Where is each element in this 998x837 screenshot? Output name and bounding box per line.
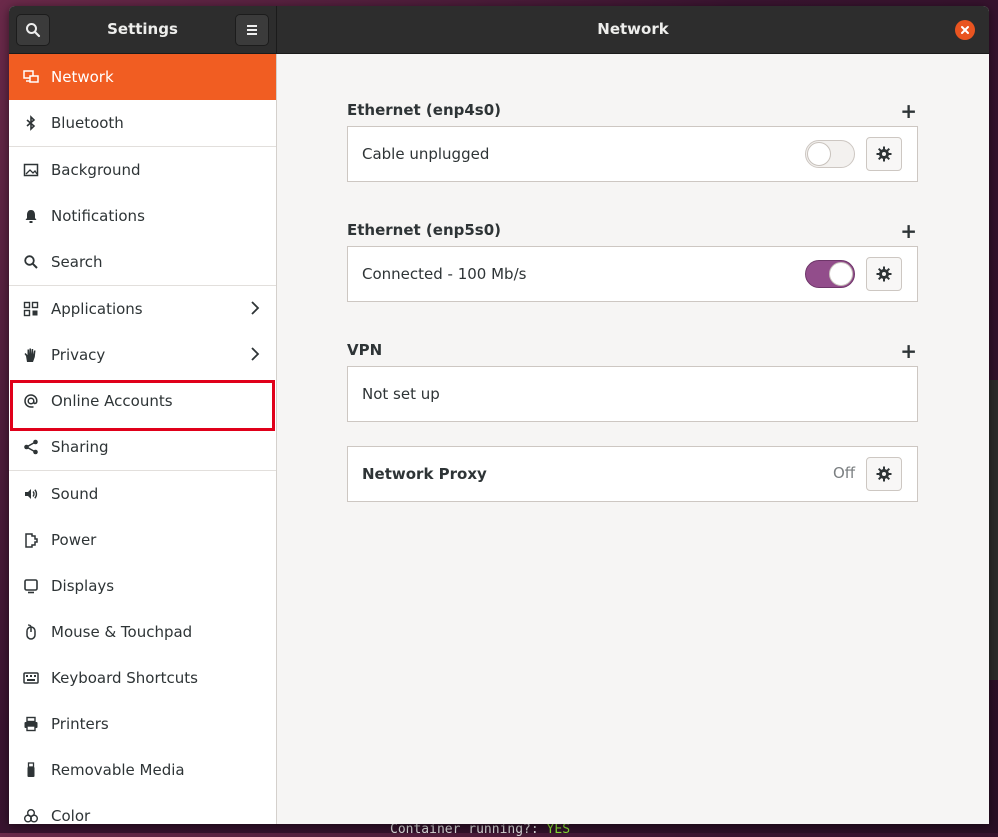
network-proxy-value: Off (833, 464, 856, 482)
usb-icon (23, 762, 39, 778)
section-title: Ethernet (enp5s0) (347, 221, 502, 239)
ethernet1-status: Cable unplugged (362, 145, 490, 163)
sidebar-item-label: Sharing (51, 438, 109, 456)
ethernet2-settings-button[interactable] (866, 257, 902, 291)
ethernet2-status: Connected - 100 Mb/s (362, 265, 527, 283)
add-ethernet1-button[interactable]: + (900, 99, 917, 123)
sidebar-header: Settings (9, 6, 277, 53)
sidebar-item-printers[interactable]: Printers (9, 701, 276, 747)
ethernet1-header: Ethernet (enp4s0) + (347, 99, 917, 123)
hand-icon (23, 347, 39, 363)
display-icon (23, 578, 39, 594)
close-button[interactable] (955, 20, 975, 40)
ethernet2-toggle[interactable] (805, 260, 855, 288)
sidebar-item-label: Bluetooth (51, 114, 124, 132)
sidebar-title: Settings (107, 20, 178, 38)
sidebar-item-online-accounts[interactable]: Online Accounts (9, 378, 276, 424)
sidebar-item-label: Displays (51, 577, 115, 595)
sidebar-item-keyboard-shortcuts[interactable]: Keyboard Shortcuts (9, 655, 276, 701)
grid-icon (23, 301, 39, 317)
share-icon (23, 439, 39, 455)
chevron-right-icon (251, 347, 260, 361)
network-icon (23, 69, 39, 85)
sidebar-item-displays[interactable]: Displays (9, 563, 276, 609)
sidebar-item-label: Mouse & Touchpad (51, 623, 193, 641)
sidebar-item-applications[interactable]: Applications (9, 286, 276, 332)
sidebar-item-label: Removable Media (51, 761, 185, 779)
gear-icon (876, 266, 892, 282)
toggle-knob (829, 262, 853, 286)
vpn-card: Not set up (347, 366, 918, 422)
ethernet2-card: Connected - 100 Mb/s (347, 246, 918, 302)
sidebar-item-search[interactable]: Search (9, 239, 276, 285)
section-title: VPN (347, 341, 383, 359)
sidebar-item-power[interactable]: Power (9, 517, 276, 563)
sidebar-item-removable-media[interactable]: Removable Media (9, 747, 276, 793)
sidebar-item-label: Printers (51, 715, 109, 733)
search-icon (23, 254, 39, 270)
panel-title: Network (597, 20, 669, 38)
search-icon (26, 23, 41, 38)
network-panel: Ethernet (enp4s0) + Cable unplugged Ethe… (277, 54, 989, 824)
network-proxy-label: Network Proxy (362, 465, 487, 483)
terminal-label: Container running?: (390, 822, 547, 837)
sidebar-item-label: Power (51, 531, 97, 549)
sidebar-item-notifications[interactable]: Notifications (9, 193, 276, 239)
section-title: Ethernet (enp4s0) (347, 101, 502, 119)
gear-icon (876, 146, 892, 162)
network-proxy-settings-button[interactable] (866, 457, 902, 491)
ethernet2-header: Ethernet (enp5s0) + (347, 219, 917, 243)
hamburger-icon (247, 25, 257, 35)
vpn-status: Not set up (362, 385, 440, 403)
keyboard-icon (23, 670, 39, 686)
sidebar-item-network[interactable]: Network (9, 54, 276, 100)
terminal-value: YES (546, 822, 571, 837)
sidebar-item-label: Notifications (51, 207, 145, 225)
sidebar-item-background[interactable]: Background (9, 147, 276, 193)
settings-window: Settings Network Network Bluetooth Backg… (9, 6, 989, 824)
titlebar: Settings Network (9, 6, 989, 54)
menu-button[interactable] (235, 14, 269, 46)
sidebar: Network Bluetooth Background Notificatio… (9, 54, 277, 824)
search-button[interactable] (16, 14, 50, 46)
at-icon (23, 393, 39, 409)
bluetooth-icon (23, 115, 39, 131)
ethernet1-card: Cable unplugged (347, 126, 918, 182)
sidebar-item-label: Keyboard Shortcuts (51, 669, 198, 687)
image-icon (23, 162, 39, 178)
sidebar-item-label: Background (51, 161, 141, 179)
mouse-icon (23, 624, 39, 640)
ethernet1-toggle[interactable] (805, 140, 855, 168)
close-icon (961, 26, 969, 34)
sidebar-item-sharing[interactable]: Sharing (9, 424, 276, 470)
printer-icon (23, 716, 39, 732)
background-window-edge (988, 380, 998, 680)
sidebar-item-color[interactable]: Color (9, 793, 276, 824)
sidebar-item-privacy[interactable]: Privacy (9, 332, 276, 378)
chevron-right-icon (251, 301, 260, 315)
sidebar-item-mouse-touchpad[interactable]: Mouse & Touchpad (9, 609, 276, 655)
power-icon (23, 532, 39, 548)
bell-icon (23, 208, 39, 224)
speaker-icon (23, 486, 39, 502)
add-ethernet2-button[interactable]: + (900, 219, 917, 243)
vpn-header: VPN + (347, 339, 917, 363)
sidebar-item-label: Online Accounts (51, 392, 173, 410)
add-vpn-button[interactable]: + (900, 339, 917, 363)
sidebar-item-label: Applications (51, 300, 143, 318)
ethernet1-settings-button[interactable] (866, 137, 902, 171)
sidebar-item-label: Search (51, 253, 103, 271)
color-icon (23, 808, 39, 824)
sidebar-item-label: Color (51, 807, 91, 824)
sidebar-item-label: Sound (51, 485, 99, 503)
background-terminal-text: Container running?: YES (390, 822, 570, 837)
toggle-knob (807, 142, 831, 166)
sidebar-item-sound[interactable]: Sound (9, 471, 276, 517)
gear-icon (876, 466, 892, 482)
network-proxy-row[interactable]: Network Proxy Off (347, 446, 918, 502)
sidebar-item-label: Network (51, 68, 114, 86)
sidebar-item-bluetooth[interactable]: Bluetooth (9, 100, 276, 146)
sidebar-item-label: Privacy (51, 346, 106, 364)
